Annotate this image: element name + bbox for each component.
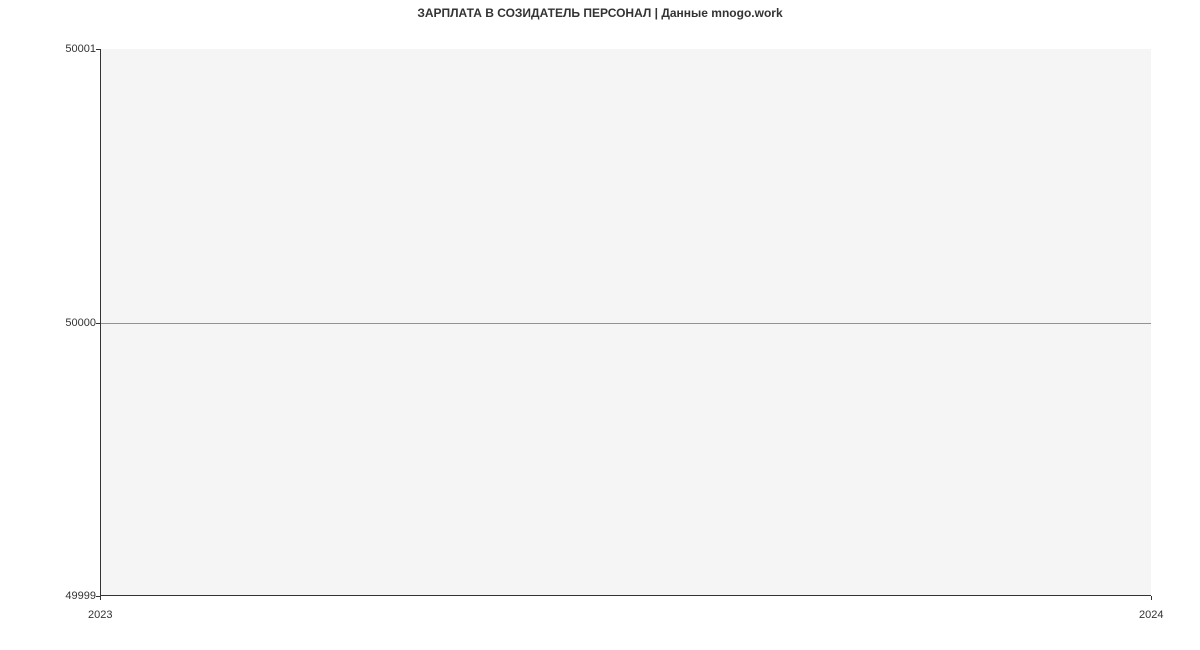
y-tick-mark <box>96 49 100 50</box>
chart-title: ЗАРПЛАТА В СОЗИДАТЕЛЬ ПЕРСОНАЛ | Данные … <box>0 6 1200 20</box>
y-tick-label: 49999 <box>36 591 96 602</box>
y-tick-label: 50000 <box>36 318 96 329</box>
x-tick-mark <box>100 596 101 600</box>
x-tick-mark <box>1151 596 1152 600</box>
x-tick-label: 2023 <box>88 610 112 621</box>
plot-area <box>100 49 1151 596</box>
y-tick-label: 50001 <box>36 44 96 55</box>
data-line <box>101 323 1151 324</box>
y-tick-mark <box>96 323 100 324</box>
x-tick-label: 2024 <box>1139 610 1163 621</box>
